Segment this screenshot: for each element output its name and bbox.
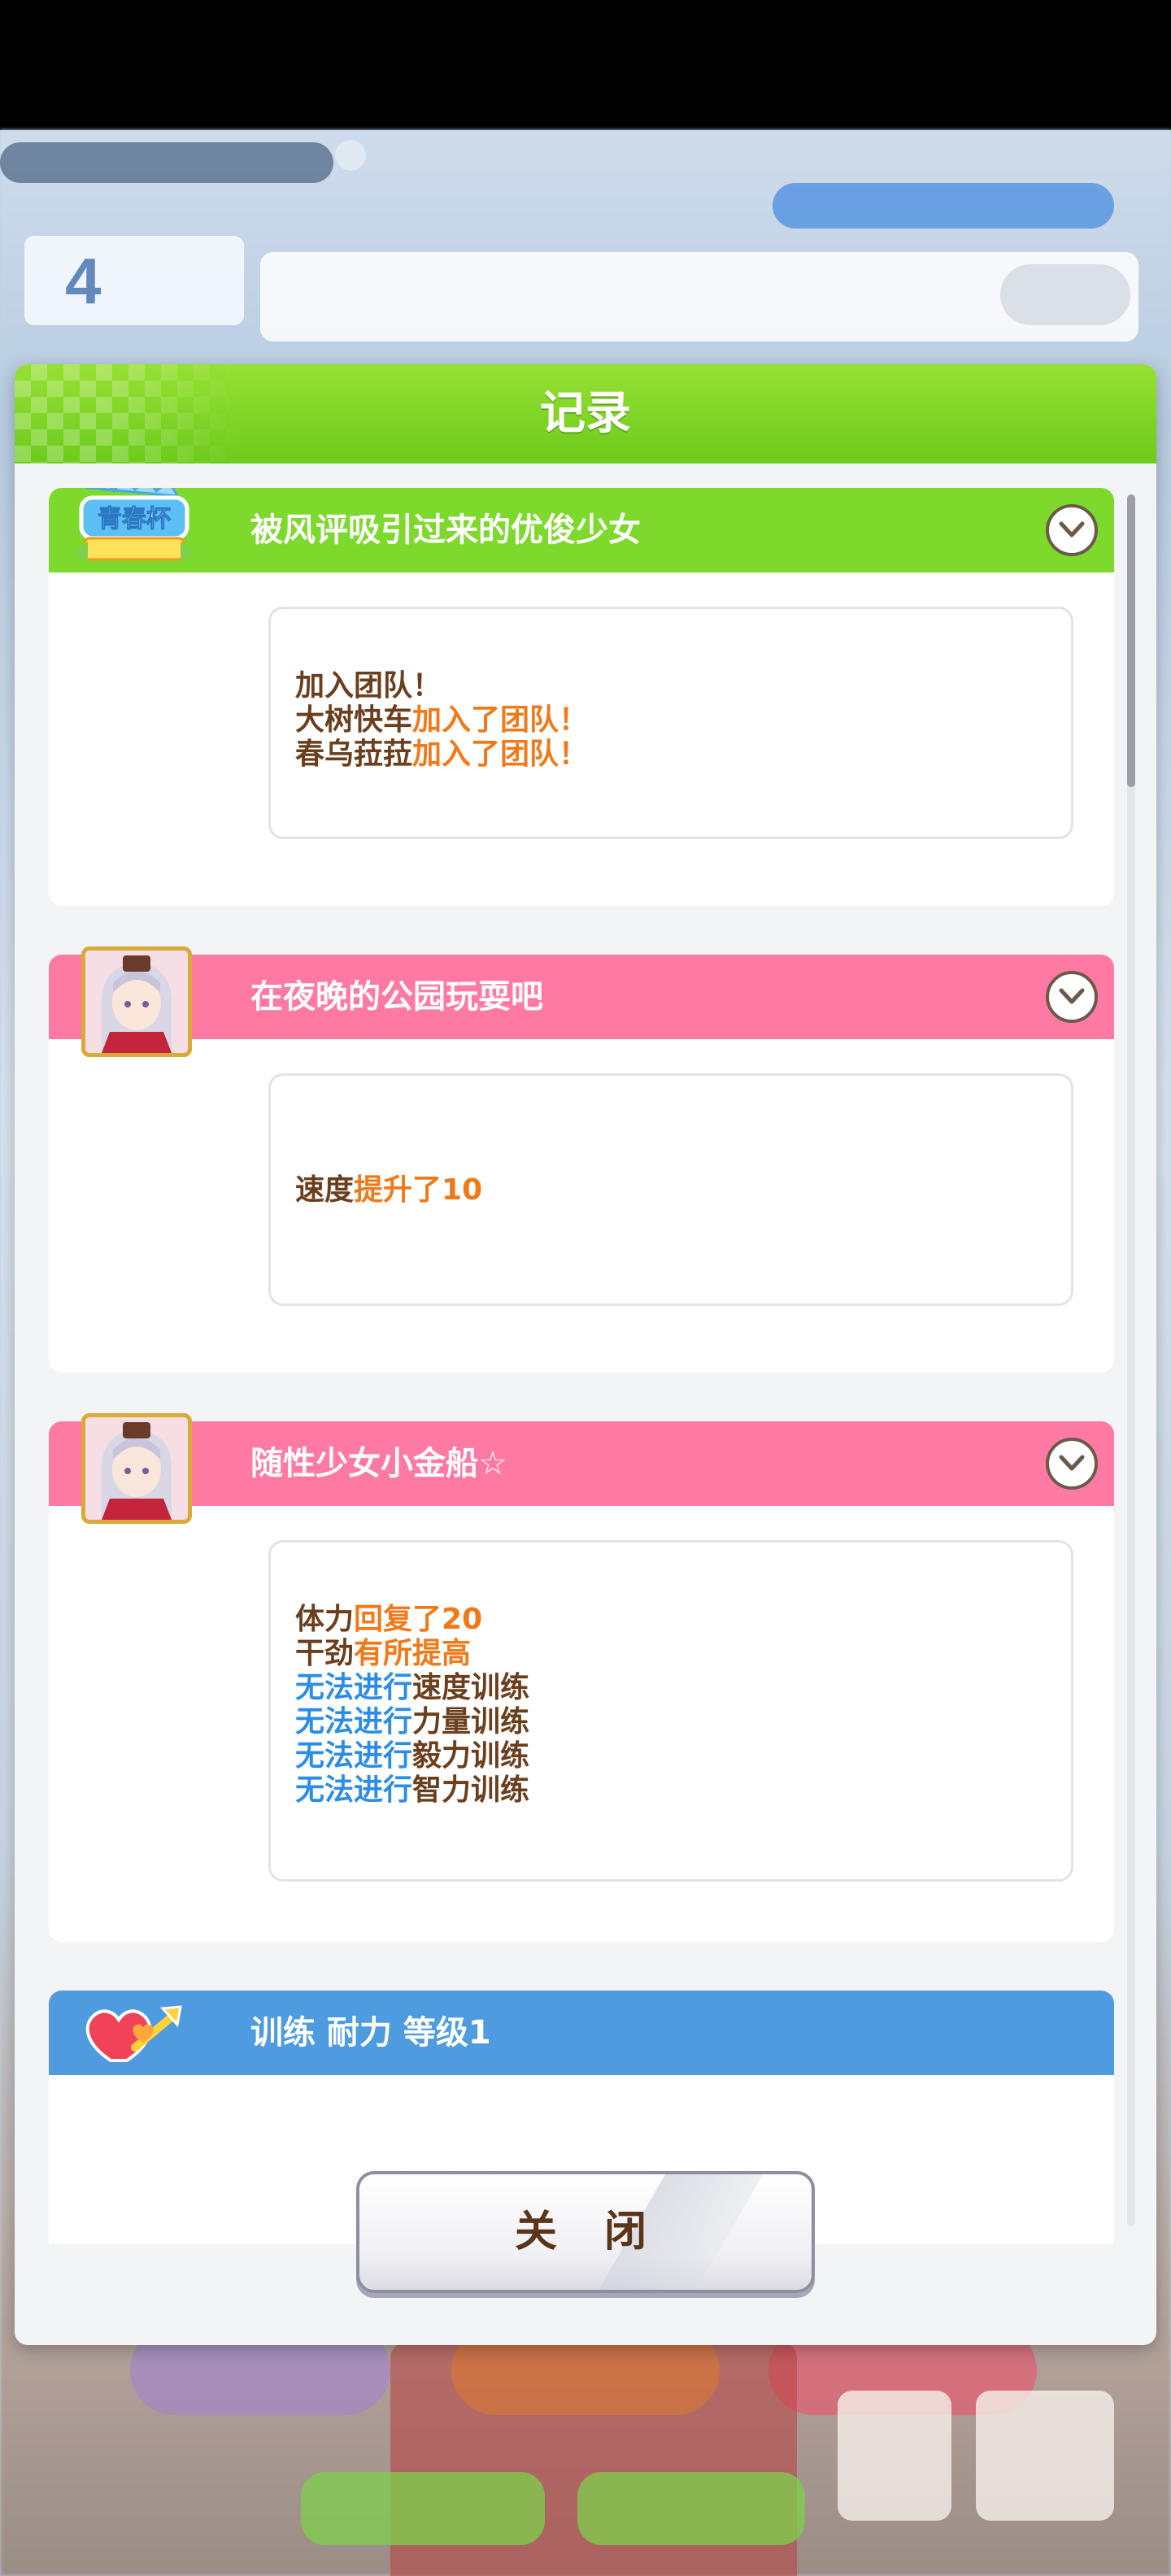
youth-cup-icon: 青春杯 (73, 488, 195, 571)
result-subject: 力量训练 (412, 1705, 530, 1738)
entry-header-bar[interactable] (49, 955, 1114, 1039)
entry-title: 被风评吸引过来的优俊少女 (250, 511, 641, 549)
dialog-header: 记录 (15, 364, 1156, 463)
svg-text:青春杯: 青春杯 (98, 505, 171, 533)
result-effect: 无法进行 (295, 1705, 413, 1738)
entry-title: 随性少女小金船☆ (250, 1445, 507, 1482)
result-line: 无法进行速度训练 (295, 1671, 529, 1705)
entry-result-box: 速度提升了10 (268, 1073, 1073, 1306)
entry-header-bar[interactable] (49, 1421, 1114, 1506)
result-subject: 干劲 (295, 1637, 355, 1670)
bg-turn-panel (24, 236, 244, 325)
chevron-down-icon[interactable] (1046, 1438, 1098, 1490)
entry-result-box: 体力回复了20 干劲有所提高 无法进行速度训练 无法进行力量训练 无法进行毅力训… (268, 1540, 1073, 1882)
log-entry: 随性少女小金船☆ 体力回复了20 干劲有所提高 无法进行速度训练 无法进行力量训… (49, 1413, 1114, 1942)
character-portrait (81, 1413, 192, 1524)
entry-result-lines: 速度提升了10 (295, 1173, 482, 1208)
status-bar-area (0, 0, 1171, 130)
result-subject: 速度 (295, 1173, 355, 1207)
result-line: 无法进行智力训练 (295, 1773, 529, 1808)
result-subject: 春乌菈菈 (295, 738, 413, 771)
result-effect: 回复了20 (354, 1603, 483, 1636)
result-subject: 大树快车 (295, 703, 413, 737)
bg-trainee-name-bar (0, 142, 333, 183)
result-line: 大树快车加入了团队！ (295, 703, 588, 738)
entry-result-box: 加入团队！ 大树快车加入了团队！ 春乌菈菈加入了团队！ (268, 607, 1073, 839)
result-line: 无法进行力量训练 (295, 1705, 529, 1739)
chevron-down-icon[interactable] (1046, 504, 1098, 556)
result-line: 加入团队！ (295, 669, 588, 703)
entry-title: 在夜晚的公园玩耍吧 (250, 978, 543, 1016)
result-effect: 无法进行 (295, 1671, 413, 1704)
result-effect: 提升了10 (354, 1173, 483, 1207)
bg-bottom-green-a (301, 2472, 545, 2545)
result-subject: 速度训练 (412, 1671, 530, 1704)
result-line: 速度提升了10 (295, 1173, 482, 1208)
result-effect: 有所提高 (354, 1637, 472, 1670)
bg-info-icon (335, 140, 366, 171)
result-effect: 无法进行 (295, 1739, 413, 1773)
close-button[interactable]: 关 闭 (356, 2171, 815, 2293)
chevron-down-icon[interactable] (1046, 971, 1098, 1023)
bg-goal-button (1000, 264, 1130, 325)
bg-bottom-green-b (577, 2472, 805, 2545)
result-subject: 毅力训练 (412, 1739, 530, 1773)
result-line: 春乌菈菈加入了团队！ (295, 738, 588, 772)
bg-top-right-bar (773, 183, 1114, 228)
result-subject: 体力 (295, 1603, 355, 1636)
result-effect: 加入了团队！ (412, 703, 589, 737)
entry-result-lines: 加入团队！ 大树快车加入了团队！ 春乌菈菈加入了团队！ (295, 669, 588, 772)
bg-turn-number: 4 (65, 245, 102, 317)
entry-result-lines: 体力回复了20 干劲有所提高 无法进行速度训练 无法进行力量训练 无法进行毅力训… (295, 1603, 529, 1808)
close-button-label: 关 闭 (514, 2208, 664, 2256)
dialog-title: 记录 (540, 387, 631, 440)
result-text: 加入团队！ (295, 669, 442, 703)
result-line: 干劲有所提高 (295, 1637, 529, 1671)
log-list[interactable]: 青春杯 被风评吸引过来的优俊少女 加入团队！ 大树快车加入了团队！ 春乌菈菈加入… (49, 488, 1138, 2244)
result-effect: 无法进行 (295, 1773, 413, 1807)
log-entry: 在夜晚的公园玩耍吧 速度提升了10 (49, 946, 1114, 1373)
bg-bottom-card-a (838, 2391, 951, 2521)
entry-header-bar[interactable] (49, 1991, 1114, 2075)
character-portrait (81, 946, 192, 1057)
log-dialog: 记录 青春杯 被风评吸引过来的优俊少女 加入团队！ 大树快车加入了团队！ 春乌菈… (15, 364, 1156, 2345)
heart-arrow-icon (78, 1991, 192, 2072)
result-effect: 加入了团队！ (412, 738, 589, 771)
result-line: 无法进行毅力训练 (295, 1739, 529, 1773)
log-entry: 青春杯 被风评吸引过来的优俊少女 加入团队！ 大树快车加入了团队！ 春乌菈菈加入… (49, 488, 1114, 906)
result-subject: 智力训练 (412, 1773, 530, 1807)
result-line: 体力回复了20 (295, 1603, 529, 1637)
bg-bottom-menu-card (976, 2391, 1114, 2521)
entry-title: 训练 耐力 等级1 (250, 2014, 491, 2052)
